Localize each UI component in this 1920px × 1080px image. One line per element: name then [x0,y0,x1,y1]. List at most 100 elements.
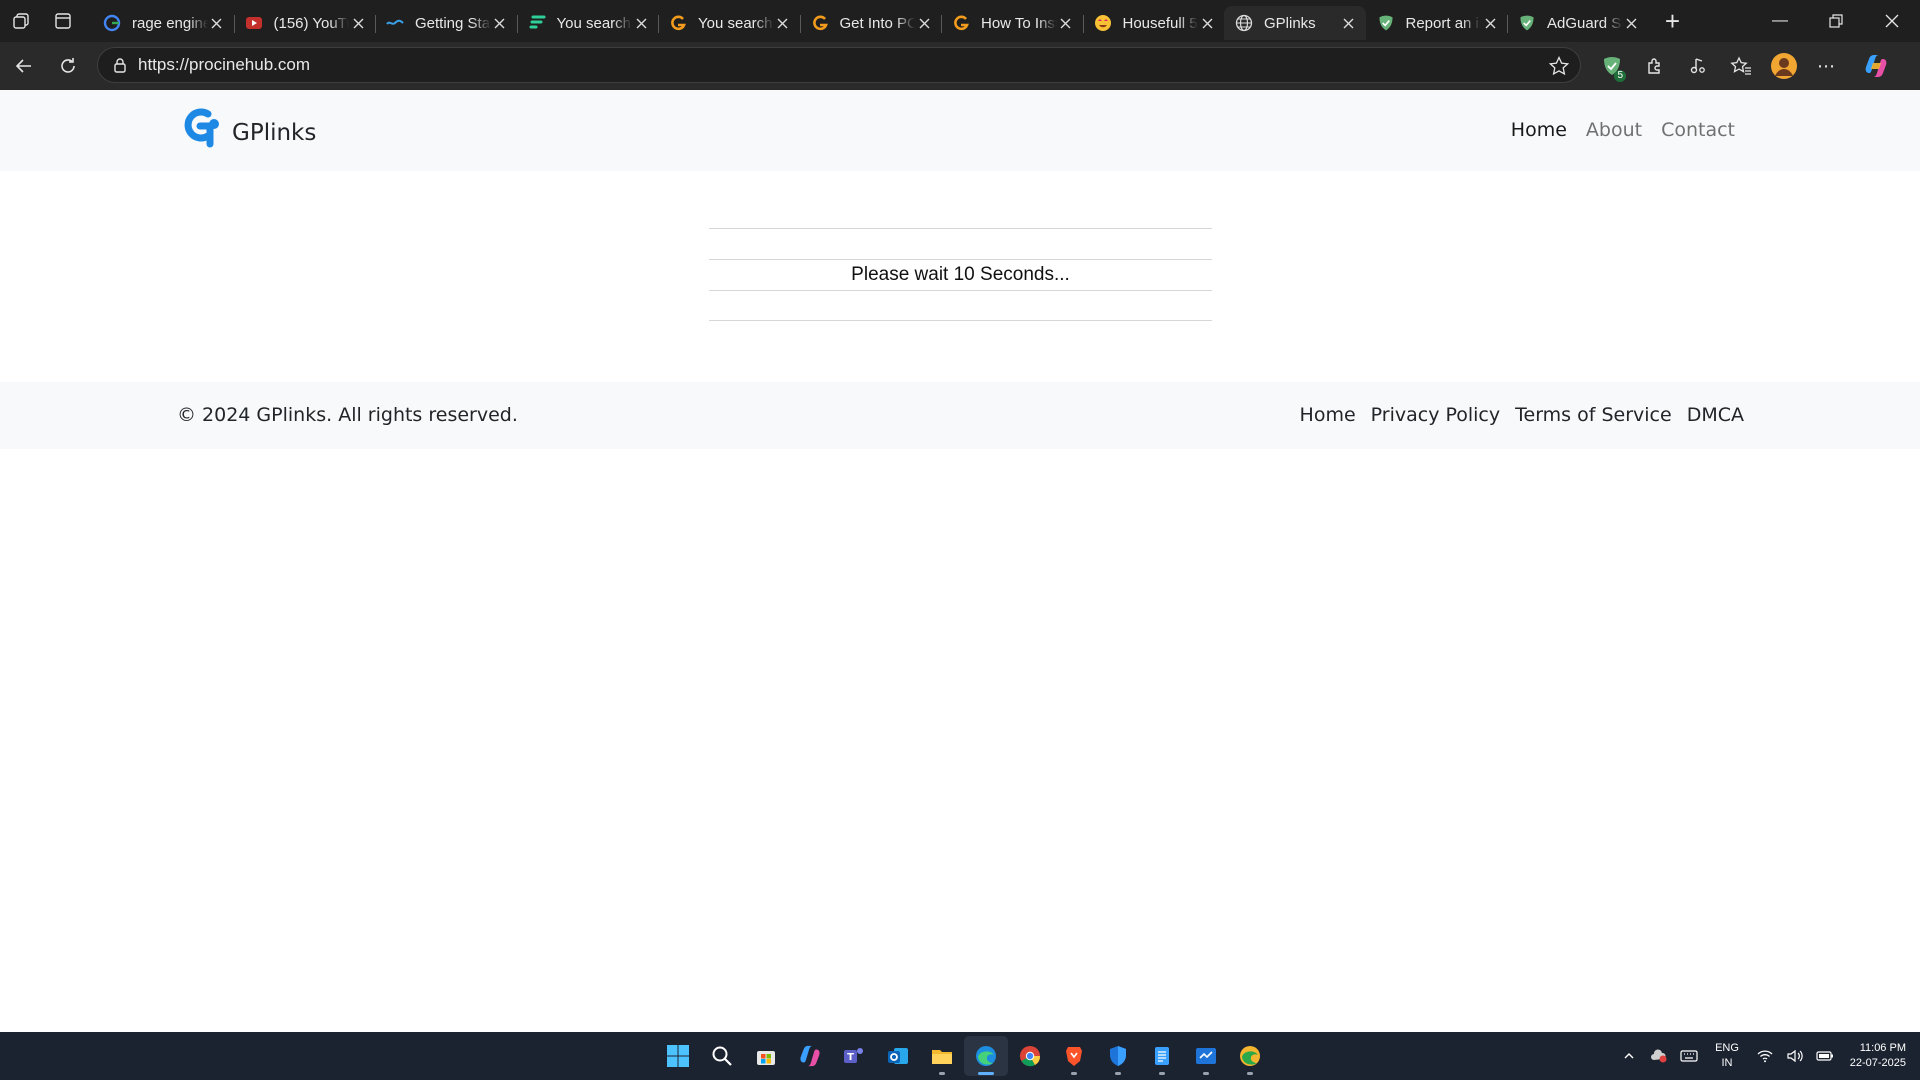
address-bar[interactable]: https://procinehub.com [97,47,1581,83]
footer-links: Home Privacy Policy Terms of Service DMC… [1300,404,1744,426]
divider [709,290,1212,321]
microsoft-store-icon[interactable] [744,1036,788,1076]
divider [709,228,1212,259]
teams-icon[interactable]: T [832,1036,876,1076]
workspaces-icon[interactable] [0,0,42,42]
close-tab-icon[interactable] [1481,14,1499,32]
brave-icon[interactable] [1052,1036,1096,1076]
adguard-icon [1376,13,1396,33]
close-tab-icon[interactable] [1340,14,1358,32]
close-tab-icon[interactable] [208,14,226,32]
emoji-icon [1093,13,1113,33]
adguard-extension-icon[interactable]: 5 [1590,46,1633,86]
close-window-button[interactable] [1864,0,1920,42]
g-icon [668,13,688,33]
close-tab-icon[interactable] [1623,14,1641,32]
nav-contact-link[interactable]: Contact [1661,119,1735,141]
profile-avatar[interactable] [1762,46,1805,86]
web-page: GPlinks Home About Contact Please wait 1… [0,90,1920,1032]
browser-tab[interactable]: Housefull 5 [1082,6,1225,40]
gplinks-logo-icon [180,106,224,159]
favorites-icon[interactable] [1719,46,1762,86]
close-tab-icon[interactable] [349,14,367,32]
tab-title: Housefull 5 [1122,14,1198,32]
browser-tab[interactable]: GPlinks [1224,6,1366,40]
volume-icon[interactable] [1780,1032,1810,1080]
start-windows-icon[interactable] [656,1036,700,1076]
edge-canary-icon[interactable] [1228,1036,1272,1076]
browser-tab[interactable]: You searched [516,6,659,40]
footer-home-link[interactable]: Home [1300,404,1356,426]
tab-actions-icon[interactable] [42,0,84,42]
more-options-icon[interactable]: ⋯ [1805,46,1848,86]
browser-tab[interactable]: You searched [658,6,800,40]
media-control-icon[interactable] [1676,46,1719,86]
browser-tab[interactable]: Getting Started [375,6,517,40]
google-icon [102,13,122,33]
new-tab-button[interactable]: + [1653,4,1693,38]
close-tab-icon[interactable] [1057,14,1075,32]
site-footer: © 2024 GPlinks. All rights reserved. Hom… [0,382,1920,449]
onedrive-error-icon[interactable] [1644,1032,1674,1080]
close-tab-icon[interactable] [774,14,792,32]
extensions-puzzle-icon[interactable] [1633,46,1676,86]
system-tray: ENG IN 11:06 PM 22-07-2025 [1614,1032,1920,1080]
wave-icon [385,13,405,33]
favorite-star-icon[interactable] [1548,55,1570,77]
copilot-app-icon[interactable] [788,1036,832,1076]
close-tab-icon[interactable] [1198,14,1216,32]
keyboard-icon[interactable] [1674,1032,1704,1080]
chevron-up-icon[interactable] [1614,1032,1644,1080]
browser-tab[interactable]: rage engine [92,6,234,40]
file-explorer-icon[interactable] [920,1036,964,1076]
tab-title: You searched [698,14,774,32]
notepad-icon[interactable] [1140,1036,1184,1076]
nav-about-link[interactable]: About [1586,119,1642,141]
restore-button[interactable] [1808,0,1864,42]
toolbar-actions: 5 ⋯ [1590,46,1903,86]
footer-dmca-link[interactable]: DMCA [1687,404,1744,426]
taskbar-apps: T [656,1036,1272,1076]
youtube-icon [244,13,264,33]
footer-terms-link[interactable]: Terms of Service [1515,404,1672,426]
region-code: IN [1721,1057,1733,1069]
tab-title: How To Install [981,14,1057,32]
close-tab-icon[interactable] [915,14,933,32]
brand-link[interactable]: GPlinks [180,106,316,159]
nav-home-link[interactable]: Home [1511,119,1567,141]
browser-tab[interactable]: (156) YouTube [233,6,376,40]
refresh-button[interactable] [46,46,90,86]
wait-message: Please wait 10 Seconds... [709,259,1212,290]
browser-tab[interactable]: Get Into PC [799,6,942,40]
lock-icon[interactable] [110,55,130,75]
site-header: GPlinks Home About Contact [0,90,1920,171]
edge-browser-icon[interactable] [964,1036,1008,1076]
search-icon[interactable] [700,1036,744,1076]
outlook-icon[interactable] [876,1036,920,1076]
tab-title: rage engine [132,14,208,32]
wifi-icon[interactable] [1750,1032,1780,1080]
back-button[interactable] [2,46,46,86]
clock[interactable]: 11:06 PM 22-07-2025 [1840,1041,1920,1071]
copyright-text: © 2024 GPlinks. All rights reserved. [177,404,518,426]
copilot-icon[interactable] [1848,46,1903,86]
adguard-icon [1517,13,1537,33]
minimize-button[interactable]: — [1752,0,1808,42]
battery-icon[interactable] [1810,1032,1840,1080]
footer-privacy-link[interactable]: Privacy Policy [1371,404,1500,426]
browser-tab[interactable]: Report an issue [1366,6,1508,40]
chrome-icon[interactable] [1008,1036,1052,1076]
browser-tab[interactable]: AdGuard Settings [1507,6,1649,40]
language-indicator[interactable]: ENG IN [1704,1041,1750,1071]
browser-tab[interactable]: How To Install [941,6,1083,40]
globe-icon [1234,13,1254,33]
close-tab-icon[interactable] [632,14,650,32]
tab-list: rage engine (156) YouTube Getting Started Y… [92,0,1649,42]
close-tab-icon[interactable] [491,14,509,32]
windows-taskbar: T ENG IN 11:06 PM 22-07-2025 [0,1032,1920,1080]
snipping-tool-icon[interactable] [1184,1036,1228,1076]
tab-title: Report an issue [1405,14,1482,32]
url-text[interactable]: https://procinehub.com [138,55,310,75]
tab-title: GPlinks [1264,14,1316,32]
defender-shield-icon[interactable] [1096,1036,1140,1076]
